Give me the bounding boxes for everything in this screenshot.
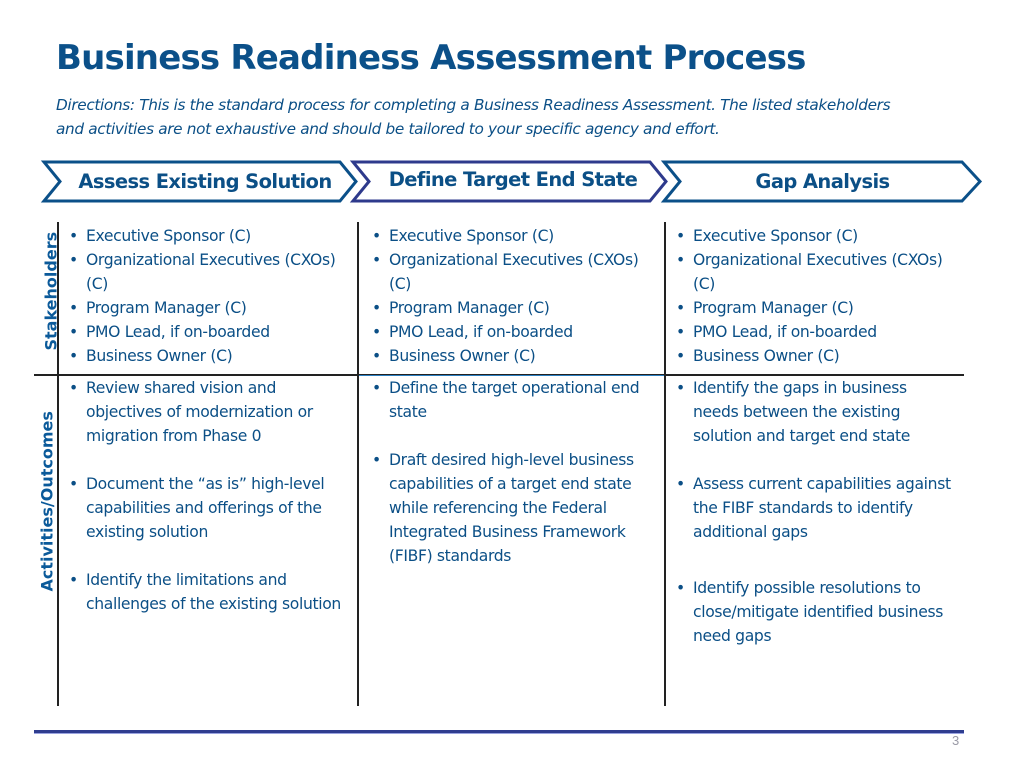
list-item: Business Owner (C) bbox=[671, 344, 967, 368]
list-item: Draft desired high-level business capabi… bbox=[367, 448, 665, 568]
grid-divider-2 bbox=[357, 222, 359, 706]
list-item: Identify the gaps in business needs betw… bbox=[671, 376, 953, 448]
list-item: PMO Lead, if on-boarded bbox=[367, 320, 663, 344]
list-item: Identify the limitations and challenges … bbox=[64, 568, 346, 616]
phase-label-gap-analysis: Gap Analysis bbox=[755, 170, 890, 193]
directions-text: Directions: This is the standard process… bbox=[56, 96, 891, 138]
list-item: Document the “as is” high-level capabili… bbox=[64, 472, 346, 544]
list-item: PMO Lead, if on-boarded bbox=[64, 320, 356, 344]
activities-cell-assess: Review shared vision and objectives of m… bbox=[64, 376, 346, 616]
list-item: Program Manager (C) bbox=[671, 296, 967, 320]
list-item: Assess current capabilities against the … bbox=[671, 472, 953, 544]
list-item: Executive Sponsor (C) bbox=[671, 224, 967, 248]
phase-label-define-target-end-state: Define Target End State bbox=[388, 168, 638, 191]
row-label-activities-outcomes: Activities/Outcomes bbox=[37, 411, 57, 592]
list-item: Executive Sponsor (C) bbox=[367, 224, 663, 248]
list-item: Organizational Executives (CXOs) (C) bbox=[671, 248, 967, 296]
grid-divider-1 bbox=[57, 222, 59, 706]
phase-label-assess-existing-solution: Assess Existing Solution bbox=[78, 170, 332, 193]
activities-cell-define: Define the target operational end state … bbox=[367, 376, 665, 568]
stakeholders-cell-assess: Executive Sponsor (C) Organizational Exe… bbox=[64, 224, 356, 368]
list-item: Review shared vision and objectives of m… bbox=[64, 376, 346, 448]
footer-divider bbox=[34, 730, 964, 734]
list-item: Business Owner (C) bbox=[64, 344, 356, 368]
list-item: Define the target operational end state bbox=[367, 376, 665, 424]
page-title: Business Readiness Assessment Process bbox=[56, 38, 806, 78]
list-item: Business Owner (C) bbox=[367, 344, 663, 368]
activities-cell-gap: Identify the gaps in business needs betw… bbox=[671, 376, 953, 648]
list-item: Program Manager (C) bbox=[367, 296, 663, 320]
stakeholders-cell-gap: Executive Sponsor (C) Organizational Exe… bbox=[671, 224, 967, 368]
stakeholders-cell-define: Executive Sponsor (C) Organizational Exe… bbox=[367, 224, 663, 368]
list-item: Identify possible resolutions to close/m… bbox=[671, 576, 953, 648]
list-item: Organizational Executives (CXOs) (C) bbox=[367, 248, 663, 296]
list-item: Organizational Executives (CXOs) (C) bbox=[64, 248, 356, 296]
page-number: 3 bbox=[952, 733, 960, 748]
list-item: PMO Lead, if on-boarded bbox=[671, 320, 967, 344]
list-item: Executive Sponsor (C) bbox=[64, 224, 356, 248]
list-item: Program Manager (C) bbox=[64, 296, 356, 320]
